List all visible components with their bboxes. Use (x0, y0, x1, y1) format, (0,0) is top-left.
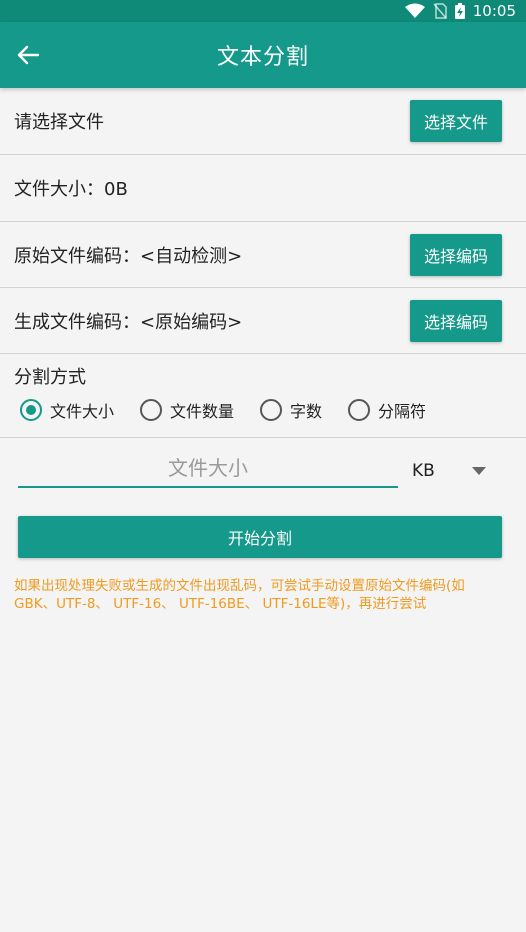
wifi-icon (404, 3, 425, 18)
radio-file-size[interactable]: 文件大小 (20, 398, 114, 422)
radio-unchecked-icon (348, 399, 371, 421)
file-size-label: 文件大小：0B (14, 179, 128, 200)
radio-checked-icon (20, 399, 42, 421)
hint-text: 如果出现处理失败或生成的文件出现乱码，可尝试手动设置原始文件编码(如GBK、UT… (14, 578, 465, 612)
file-select-label: 请选择文件 (14, 112, 104, 133)
split-mode-radio-group: 文件大小 文件数量 字数 分隔符 (20, 398, 452, 422)
radio-delimiter[interactable]: 分隔符 (348, 398, 426, 422)
select-output-encoding-button[interactable]: 选择编码 (409, 299, 502, 342)
radio-label: 字数 (290, 402, 323, 421)
select-file-button[interactable]: 选择文件 (409, 100, 502, 142)
start-split-button[interactable]: 开始分割 (18, 516, 502, 558)
radio-file-count[interactable]: 文件数量 (140, 398, 234, 422)
battery-charging-icon (454, 3, 465, 19)
file-select-row: 请选择文件 选择文件 (0, 88, 526, 155)
split-mode-section: 分割方式 文件大小 文件数量 字数 分隔符 (0, 354, 526, 438)
radio-word-count[interactable]: 字数 (260, 398, 322, 422)
unit-dropdown[interactable]: KB (412, 454, 492, 488)
radio-label: 文件大小 (50, 402, 115, 421)
radio-label: 分隔符 (378, 402, 427, 421)
radio-unchecked-icon (140, 399, 163, 421)
page-title: 文本分割 (216, 45, 309, 70)
status-time: 10:05 (472, 2, 516, 20)
back-button[interactable] (12, 39, 44, 71)
dropdown-arrow-icon (472, 467, 486, 475)
arrow-back-icon (17, 45, 39, 65)
file-size-input[interactable] (18, 450, 398, 488)
file-size-row: 文件大小：0B (0, 155, 526, 222)
radio-unchecked-icon (260, 399, 283, 421)
status-bar: 10:05 (0, 0, 526, 22)
source-encoding-row: 原始文件编码：<自动检测> 选择编码 (0, 222, 526, 288)
split-mode-label: 分割方式 (14, 367, 86, 388)
app-bar: 文本分割 (0, 22, 526, 88)
no-sim-icon (433, 3, 447, 19)
unit-selected-value: KB (412, 461, 435, 481)
radio-label: 文件数量 (170, 402, 235, 421)
output-encoding-label: 生成文件编码：<原始编码> (14, 311, 243, 333)
output-encoding-row: 生成文件编码：<原始编码> 选择编码 (0, 288, 526, 354)
source-encoding-label: 原始文件编码：<自动检测> (14, 245, 243, 267)
select-source-encoding-button[interactable]: 选择编码 (409, 233, 502, 276)
